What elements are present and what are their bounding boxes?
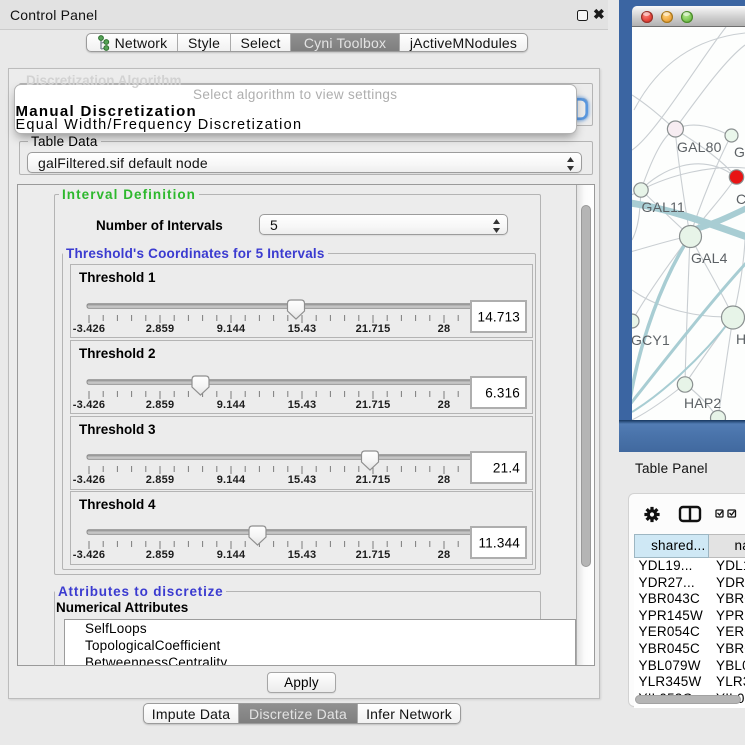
svg-text:15.43: 15.43 [288,399,317,411]
svg-text:GAL11: GAL11 [642,199,686,215]
svg-text:21.715: 21.715 [356,549,391,561]
svg-text:-3.426: -3.426 [73,549,105,561]
svg-text:28: 28 [438,323,451,335]
svg-text:GCY1: GCY1 [632,332,670,348]
svg-text:15.43: 15.43 [288,549,317,561]
svg-text:21.715: 21.715 [356,399,391,411]
svg-text:15.43: 15.43 [288,323,317,335]
svg-text:2.859: 2.859 [146,474,175,486]
svg-text:GAL80: GAL80 [677,139,722,155]
svg-text:2.859: 2.859 [146,323,175,335]
svg-text:21.715: 21.715 [356,474,391,486]
svg-text:CY: CY [736,191,745,207]
svg-text:-3.426: -3.426 [73,323,105,335]
svg-text:2.859: 2.859 [146,399,175,411]
svg-text:2.859: 2.859 [146,549,175,561]
svg-text:9.144: 9.144 [217,399,246,411]
svg-text:28: 28 [438,399,451,411]
svg-text:HA: HA [736,331,745,347]
svg-text:9.144: 9.144 [217,474,246,486]
svg-text:9.144: 9.144 [217,549,246,561]
svg-text:15.43: 15.43 [288,474,317,486]
svg-text:-3.426: -3.426 [73,399,105,411]
svg-text:GA: GA [734,144,745,160]
svg-text:28: 28 [438,474,451,486]
svg-text:HAP2: HAP2 [684,395,721,411]
svg-text:GAL4: GAL4 [691,250,728,266]
svg-text:28: 28 [438,549,451,561]
svg-text:9.144: 9.144 [217,323,246,335]
svg-text:21.715: 21.715 [356,323,391,335]
svg-text:-3.426: -3.426 [73,474,105,486]
